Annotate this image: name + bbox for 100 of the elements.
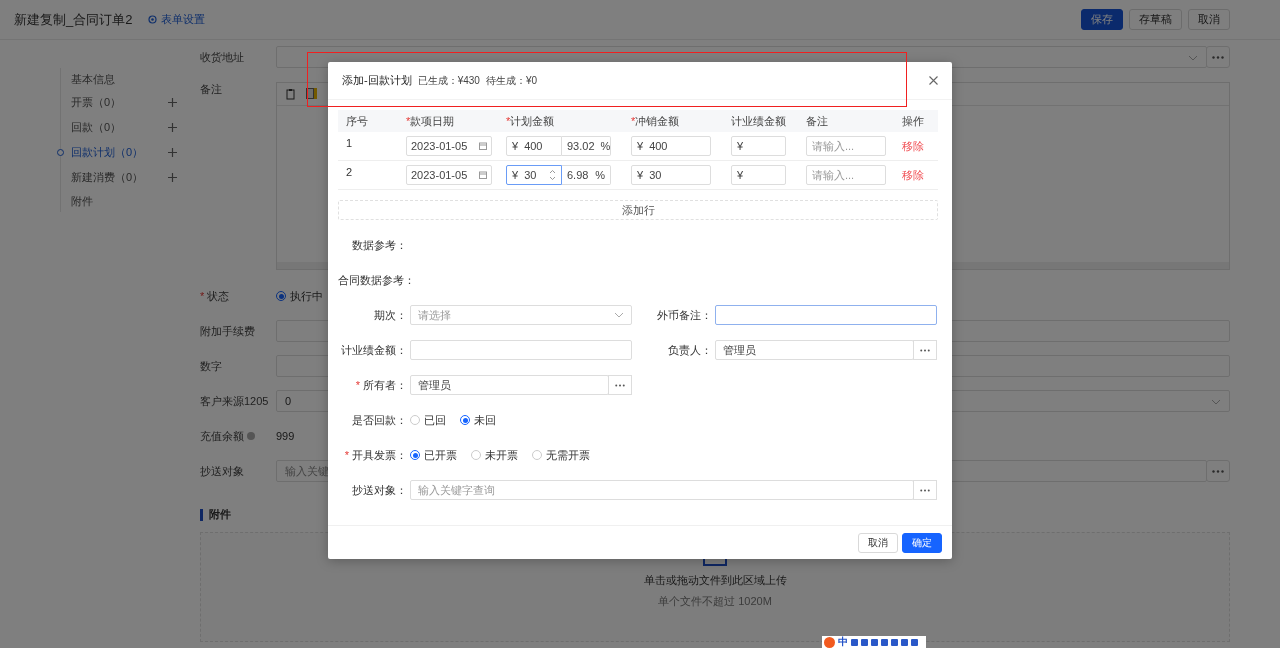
ime-tools-icon[interactable] [851, 637, 921, 647]
more-button[interactable] [913, 340, 937, 360]
date-field[interactable]: 2023-01-05 [406, 165, 492, 185]
header-button[interactable]: 存草稿 [1129, 9, 1182, 30]
amount-field[interactable]: ¥ [731, 165, 786, 185]
more-icon [920, 348, 930, 352]
percent-field[interactable]: 93.02 % [562, 136, 611, 156]
select-field[interactable]: 管理员 [715, 340, 914, 360]
amount-field[interactable]: ¥ 30 [631, 165, 711, 185]
image-icon[interactable] [306, 88, 318, 100]
column-header: 操作 [902, 114, 924, 127]
upload-hint: 单击或拖动文件到此区域上传 [643, 573, 787, 588]
field-label: 数字 [200, 358, 222, 374]
column-header: 备注 [806, 114, 828, 127]
select-field[interactable]: 管理员 [410, 375, 609, 395]
generated-amount: 已生成：¥430 [417, 73, 480, 88]
row-number: 1 [346, 137, 354, 149]
ime-logo-icon[interactable] [824, 636, 835, 648]
field-label: 数据参考： [352, 238, 407, 251]
plus-icon[interactable] [168, 98, 177, 107]
input-field[interactable] [715, 305, 937, 325]
field-label: 充值余额 [200, 428, 244, 444]
radio-option[interactable]: 执行中 [276, 288, 323, 304]
field-label: 状态 [207, 288, 230, 304]
radio-option[interactable]: 无需开票 [532, 447, 590, 463]
chevron-down-icon [614, 312, 624, 318]
more-icon [1212, 469, 1224, 473]
add-row-button[interactable]: 添加行 [338, 200, 938, 220]
chevron-down-icon [1188, 55, 1198, 61]
required-mark: * [355, 378, 360, 391]
page-title: 新建复制_合同订单2 [14, 10, 133, 29]
radio-option[interactable]: 已回 [410, 412, 446, 428]
primary-button[interactable]: 保存 [1081, 9, 1123, 30]
amount-field[interactable]: ¥ 400 [631, 136, 711, 156]
nav-item[interactable]: 基本信息 [71, 71, 115, 87]
stepper-icon[interactable] [549, 169, 556, 181]
field-label: 负责人： [668, 343, 712, 356]
remove-link[interactable]: 移除 [902, 139, 924, 152]
radio-icon[interactable] [276, 291, 286, 301]
field-label: 是否回款： [352, 413, 407, 426]
nav-item[interactable]: 回款（0） [71, 120, 122, 135]
more-button[interactable] [608, 375, 632, 395]
field-label: 备注 [200, 82, 222, 97]
plus-icon[interactable] [168, 148, 177, 157]
remove-link[interactable]: 移除 [902, 168, 924, 181]
radio-icon[interactable] [460, 415, 470, 425]
active-dot-icon [57, 149, 64, 156]
column-header: 计划金额 [510, 114, 555, 127]
nav-item[interactable]: 新建消费（0） [71, 170, 144, 185]
field-label: 附加手续费 [200, 323, 255, 339]
field-label: 外币备注： [657, 308, 712, 321]
input-field[interactable] [410, 340, 632, 360]
field-label: 计业绩金额： [341, 343, 407, 356]
field-label: 合同数据参考： [338, 273, 415, 286]
amount-field[interactable]: ¥ [731, 136, 786, 156]
more-icon [1212, 55, 1224, 59]
column-header: 冲销金额 [635, 114, 680, 127]
amount-field[interactable]: ¥ 30 [506, 165, 562, 185]
amount-field[interactable]: ¥ 400 [506, 136, 562, 156]
column-header: 款项日期 [410, 114, 455, 127]
settings-icon [148, 15, 158, 24]
dialog-title: 添加-回款计划 [342, 73, 412, 88]
row-number: 2 [346, 166, 354, 178]
field-label: 抄送对象： [352, 483, 407, 496]
field-label: 期次： [374, 308, 407, 321]
more-icon [920, 488, 930, 492]
radio-option[interactable]: 已开票 [410, 447, 457, 463]
required-mark: * [344, 448, 349, 461]
required-mark: * [631, 114, 636, 127]
required-mark: * [200, 290, 205, 302]
close-icon [929, 76, 938, 85]
more-button[interactable] [1206, 46, 1230, 68]
pending-amount: 待生成：¥0 [485, 73, 538, 88]
chevron-down-icon [1211, 399, 1221, 405]
plus-icon[interactable] [168, 123, 177, 132]
more-button[interactable] [1206, 460, 1230, 482]
field-label: 客户来源1205 [200, 393, 269, 409]
radio-option[interactable]: 未开票 [471, 447, 518, 463]
date-field[interactable]: 2023-01-05 [406, 136, 492, 156]
more-button[interactable] [913, 480, 937, 500]
header-button[interactable]: 取消 [1188, 9, 1230, 30]
column-header: 序号 [346, 114, 368, 127]
section-title: 附件 [209, 507, 231, 522]
plus-icon[interactable] [168, 173, 177, 182]
cancel-button[interactable]: 取消 [858, 532, 898, 553]
nav-item[interactable]: 附件 [71, 193, 93, 209]
upload-limit: 单个文件不超过 1020M [658, 594, 772, 609]
field-label: 收货地址 [200, 49, 244, 65]
percent-field[interactable]: 6.98 % [562, 165, 611, 185]
paste-icon[interactable] [286, 88, 296, 100]
column-header: 计业绩金额 [731, 114, 786, 127]
radio-option[interactable]: 未回 [460, 412, 496, 428]
nav-item[interactable]: 开票（0） [71, 95, 122, 110]
calendar-icon [479, 171, 487, 179]
confirm-button[interactable]: 确定 [902, 532, 942, 553]
required-mark: * [406, 114, 411, 127]
close-button[interactable] [929, 76, 938, 85]
radio-icon[interactable] [410, 450, 420, 460]
field-label: 开具发票： [352, 448, 407, 461]
field-label: 所有者： [363, 378, 407, 391]
